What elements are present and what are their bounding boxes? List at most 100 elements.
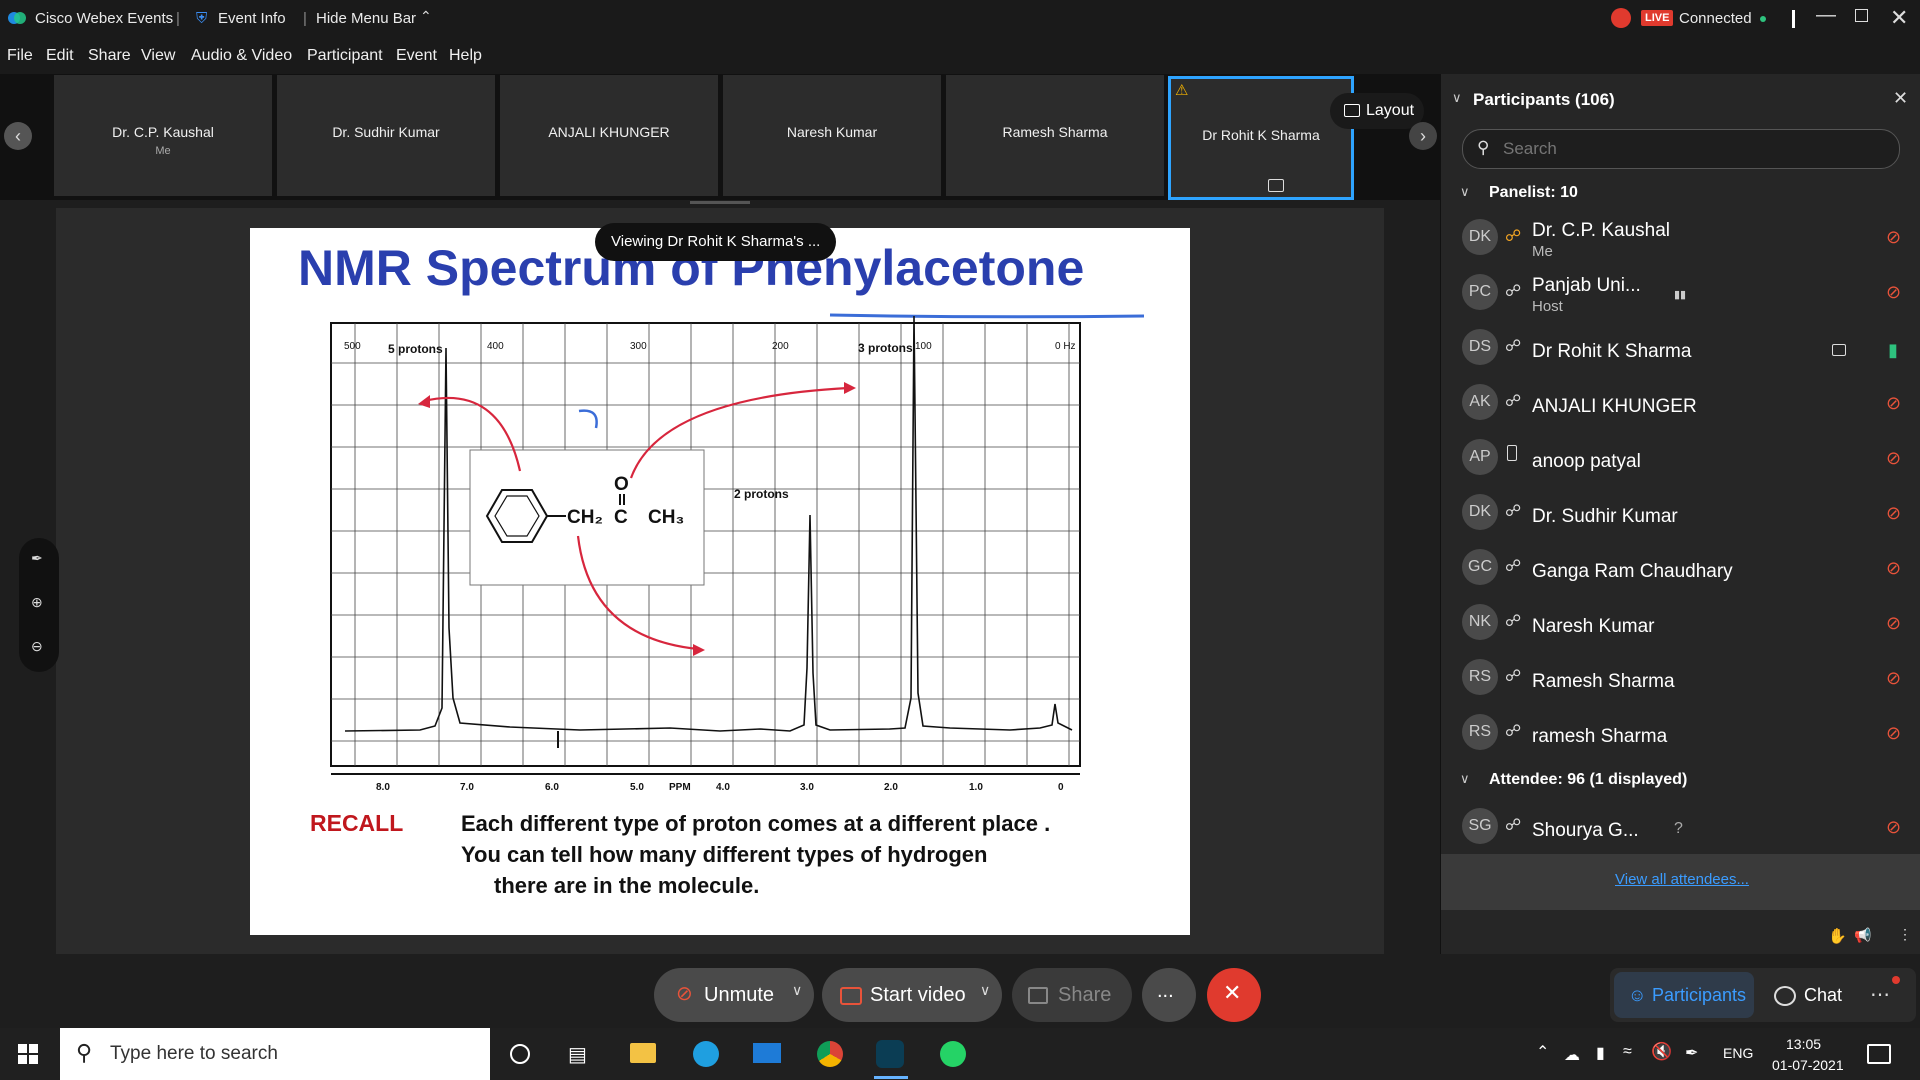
video-thumbnail[interactable]: Dr. C.P. Kaushal Me — [54, 75, 272, 196]
unmute-button[interactable]: ⊘ Unmute ∨ — [654, 968, 814, 1022]
mic-muted-icon[interactable]: ⊘ — [1886, 613, 1901, 634]
mic-muted-icon[interactable]: ⊘ — [1886, 393, 1901, 414]
leave-button[interactable]: ✕ — [1207, 968, 1261, 1022]
minimize-icon[interactable]: — — [1816, 4, 1836, 27]
close-window-icon[interactable]: ✕ — [1890, 5, 1908, 31]
strip-prev-button[interactable]: ‹ — [4, 122, 32, 150]
mic-muted-icon[interactable]: ⊘ — [1886, 227, 1901, 248]
annotate-pen-icon[interactable]: ✒ — [31, 550, 43, 567]
menu-file[interactable]: File — [7, 47, 33, 65]
mail-icon[interactable] — [753, 1043, 781, 1063]
mic-muted-icon[interactable]: ⊘ — [1886, 282, 1901, 303]
webex-taskbar-icon[interactable] — [876, 1040, 904, 1068]
taskbar-search-placeholder: Type here to search — [110, 1043, 278, 1064]
taskbar-search-box[interactable]: ⚲ Type here to search — [60, 1028, 490, 1080]
chevron-down-icon[interactable]: ∨ — [792, 982, 802, 999]
menu-participant[interactable]: Participant — [307, 47, 383, 65]
top-tick-label: 400 — [487, 341, 504, 352]
shared-slide: NMR Spectrum of Phenylacetone 500 400 30… — [250, 228, 1190, 935]
search-input[interactable] — [1501, 136, 1885, 162]
mic-muted-icon[interactable]: ⊘ — [1886, 448, 1901, 469]
participant-name: Naresh Kumar — [1532, 616, 1655, 637]
warning-icon: ⚠ — [1175, 82, 1189, 99]
language-indicator[interactable]: ENG — [1723, 1045, 1753, 1061]
menu-help[interactable]: Help — [449, 47, 482, 65]
video-thumbnail[interactable]: Dr. Sudhir Kumar — [277, 75, 495, 196]
video-thumbnail[interactable]: Ramesh Sharma — [946, 75, 1164, 196]
chevron-down-icon[interactable]: ∨ — [980, 982, 990, 999]
video-thumbnail[interactable]: ANJALI KHUNGER — [500, 75, 718, 196]
whatsapp-icon[interactable] — [940, 1041, 966, 1067]
participants-toggle-button[interactable]: ☺ Participants — [1614, 972, 1754, 1018]
microphone-icon[interactable]: ▮ — [1596, 1043, 1605, 1063]
megaphone-icon[interactable]: 📢 — [1854, 927, 1871, 944]
bottom-tick-label: 5.0 — [630, 782, 644, 793]
panelist-chevron-icon[interactable]: ∨ — [1460, 184, 1470, 200]
raise-hand-icon[interactable]: ✋ — [1828, 927, 1847, 945]
speaker-muted-icon[interactable]: 🔇 — [1651, 1042, 1672, 1062]
start-video-button[interactable]: Start video ∨ — [822, 968, 1002, 1022]
onedrive-icon[interactable]: ☁ — [1564, 1045, 1580, 1065]
zoom-out-icon[interactable]: ⊖ — [31, 638, 43, 655]
avatar: RS — [1462, 714, 1498, 750]
participant-name: Dr. Sudhir Kumar — [1532, 506, 1678, 527]
strip-next-button[interactable]: › — [1409, 122, 1437, 150]
thumbnail-name: Naresh Kumar — [786, 124, 878, 140]
edge-icon[interactable] — [693, 1041, 719, 1067]
collapse-chevron-icon[interactable]: ∨ — [1452, 90, 1462, 106]
mic-muted-icon[interactable]: ⊘ — [1886, 817, 1901, 838]
slide-body-line-1: Each different type of proton comes at a… — [461, 811, 1051, 836]
zoom-in-icon[interactable]: ⊕ — [31, 594, 43, 611]
slide-body-line-2: You can tell how many different types of… — [461, 842, 988, 867]
more-panels-icon[interactable]: ⋯ — [1870, 982, 1890, 1007]
menu-view[interactable]: View — [141, 47, 175, 65]
menu-audio-video[interactable]: Audio & Video — [191, 47, 292, 65]
shield-icon: ⛨ — [196, 10, 208, 27]
webex-logo-icon — [8, 11, 26, 25]
mic-active-icon[interactable]: ▮ — [1888, 340, 1898, 361]
strip-resize-handle[interactable] — [690, 201, 750, 204]
layout-button[interactable]: Layout — [1330, 93, 1424, 129]
participant-name: Ganga Ram Chaudhary — [1532, 561, 1733, 582]
cortana-icon[interactable] — [510, 1044, 530, 1064]
restore-icon[interactable] — [1855, 9, 1868, 22]
mic-muted-icon[interactable]: ⊘ — [1886, 558, 1901, 579]
task-view-icon[interactable]: ▤ — [568, 1042, 587, 1067]
menu-event[interactable]: Event — [396, 47, 437, 65]
chat-toggle-button[interactable]: Chat — [1764, 972, 1854, 1018]
windows-start-icon[interactable] — [18, 1044, 38, 1064]
notifications-icon[interactable] — [1867, 1044, 1891, 1064]
menu-edit[interactable]: Edit — [46, 47, 74, 65]
recall-label: RECALL — [310, 810, 404, 836]
view-all-attendees-link[interactable]: View all attendees... — [1615, 871, 1749, 888]
active-speaker-thumbnail[interactable]: Dr Rohit K Sharma ⚠ — [1168, 76, 1354, 200]
tray-chevron-icon[interactable]: ⌃ — [1536, 1042, 1549, 1062]
participant-name: anoop patyal — [1532, 451, 1641, 472]
close-panel-icon[interactable]: ✕ — [1893, 88, 1908, 109]
avatar: AP — [1462, 439, 1498, 475]
attendee-chevron-icon[interactable]: ∨ — [1460, 771, 1470, 787]
top-tick-label: 500 — [344, 341, 361, 352]
participants-toggle-label: Participants — [1652, 985, 1747, 1005]
mic-muted-icon[interactable]: ⊘ — [1886, 668, 1901, 689]
chrome-icon[interactable] — [817, 1041, 843, 1067]
mic-muted-icon[interactable]: ⊘ — [1886, 503, 1901, 524]
file-explorer-icon[interactable] — [630, 1043, 656, 1063]
ppm-label: PPM — [669, 782, 691, 793]
pen-icon[interactable]: ✒ — [1685, 1043, 1698, 1063]
panelist-header: Panelist: 10 — [1489, 184, 1578, 201]
mic-muted-icon[interactable]: ⊘ — [1886, 723, 1901, 744]
participant-search[interactable]: ⚲ — [1462, 129, 1900, 169]
avatar: DK — [1462, 494, 1498, 530]
share-button[interactable]: Share — [1012, 968, 1132, 1022]
more-tools-icon[interactable]: ⋮ — [1898, 926, 1912, 943]
event-info-button[interactable]: Event Info — [218, 10, 286, 27]
menu-share[interactable]: Share — [88, 47, 131, 65]
participant-name: ramesh Sharma — [1532, 726, 1668, 747]
more-options-button[interactable]: ... — [1142, 968, 1196, 1022]
bottom-tick-label: 8.0 — [376, 782, 390, 793]
video-thumbnail[interactable]: Naresh Kumar — [723, 75, 941, 196]
wifi-icon[interactable]: ≈ — [1623, 1043, 1632, 1061]
bottom-tick-label: 1.0 — [969, 782, 983, 793]
hide-menu-bar-button[interactable]: Hide Menu Bar — [316, 10, 416, 27]
